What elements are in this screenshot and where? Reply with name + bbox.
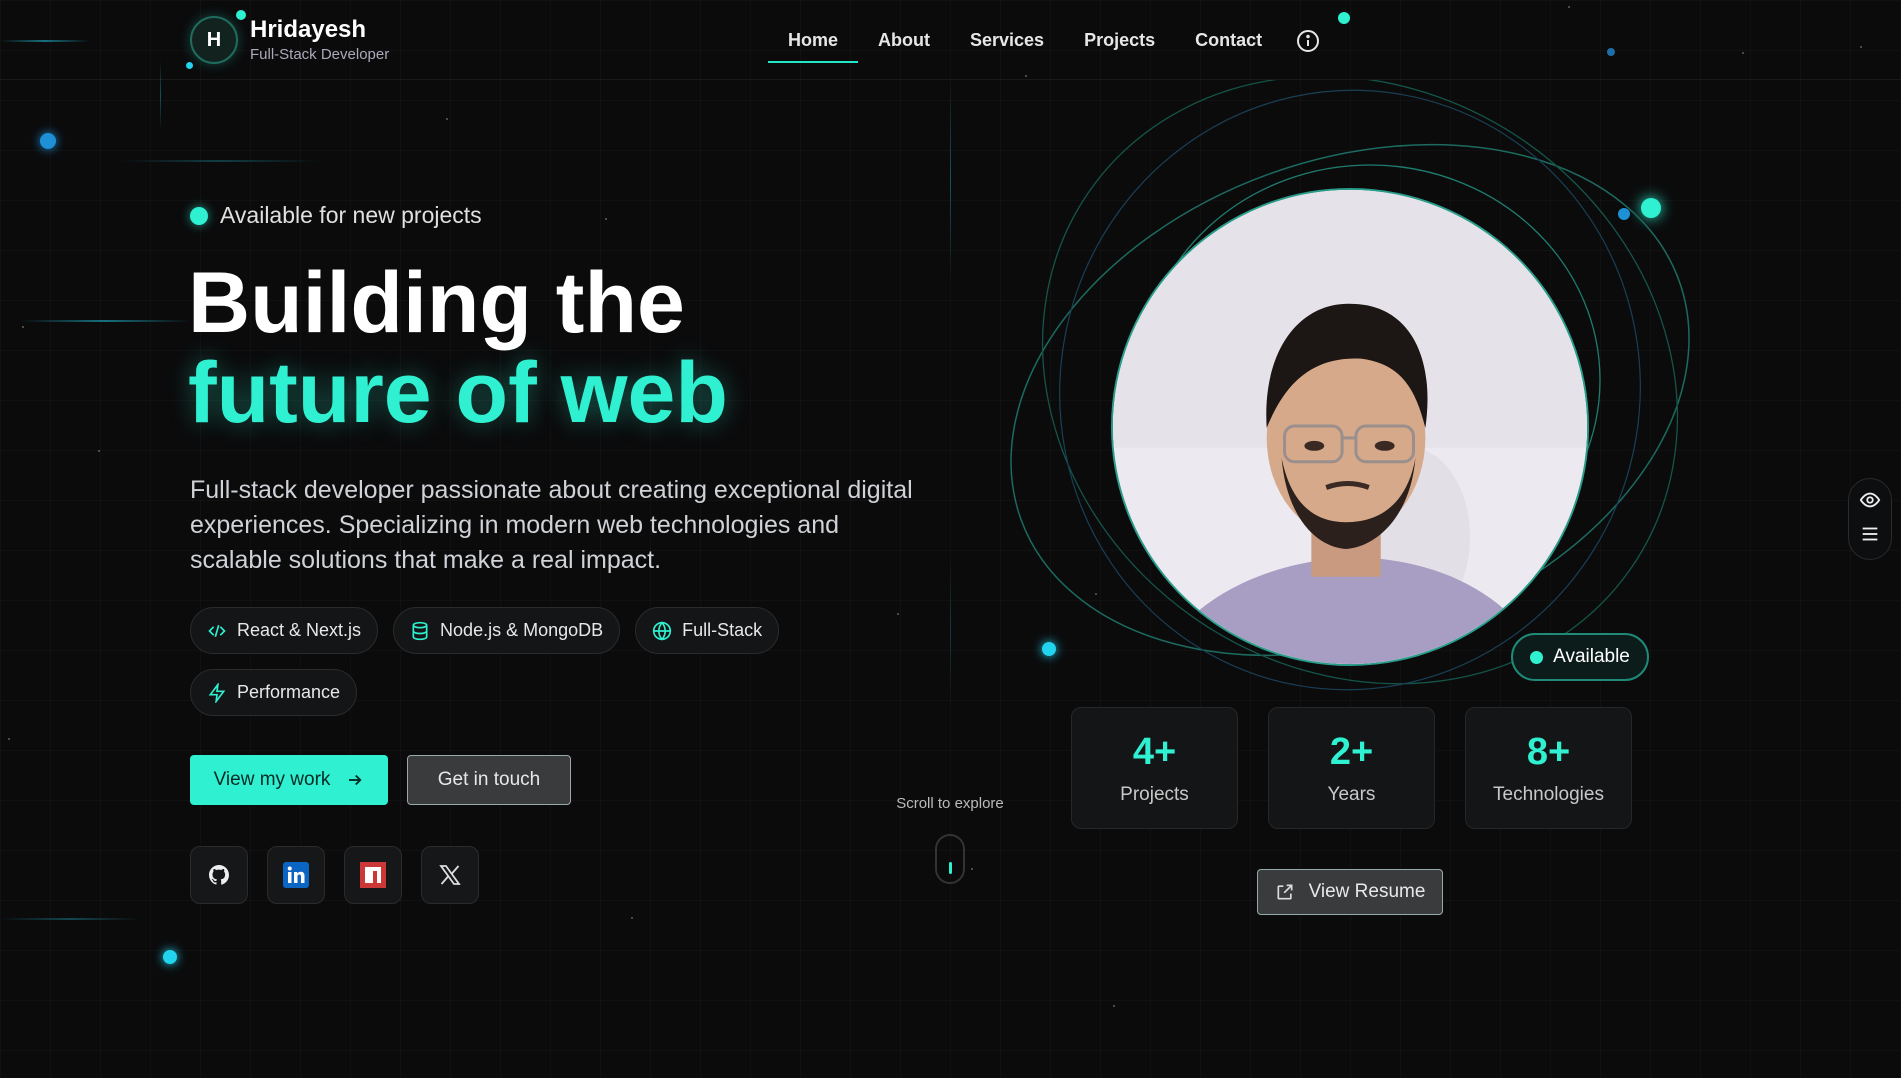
nav-about[interactable]: About bbox=[858, 26, 950, 63]
side-toolbar bbox=[1848, 478, 1892, 560]
logo-mark: H bbox=[190, 16, 238, 64]
npm-link[interactable] bbox=[344, 846, 402, 904]
npm-icon bbox=[360, 862, 386, 888]
linkedin-link[interactable] bbox=[267, 846, 325, 904]
stat-card-years: 2+ Years bbox=[1268, 707, 1435, 829]
status-dot bbox=[190, 206, 208, 225]
chip-label: Performance bbox=[237, 682, 341, 702]
nav-contact[interactable]: Contact bbox=[1175, 26, 1282, 63]
info-circle-icon[interactable] bbox=[1296, 29, 1320, 53]
nav-projects[interactable]: Projects bbox=[1064, 26, 1175, 63]
scroll-hint: Scroll to explore bbox=[880, 795, 1020, 884]
github-link[interactable] bbox=[190, 846, 248, 904]
available-badge: Available bbox=[1511, 633, 1649, 681]
get-in-touch-button[interactable]: Get in touch bbox=[407, 755, 571, 805]
lightning-icon bbox=[208, 682, 226, 703]
brand-role: Full-Stack Developer bbox=[250, 45, 390, 63]
view-work-label: View my work bbox=[213, 769, 331, 790]
chip-fullstack: Full-Stack bbox=[635, 607, 780, 654]
external-link-icon bbox=[1277, 884, 1293, 900]
database-icon bbox=[412, 621, 428, 640]
stat-value: 2+ bbox=[1329, 730, 1374, 773]
stats-row: 4+ Projects 2+ Years 8+ Technologies bbox=[1071, 707, 1632, 829]
chip-label: Full-Stack bbox=[682, 620, 763, 640]
chip-label: React & Next.js bbox=[237, 620, 362, 640]
brand-name: Hridayesh bbox=[250, 15, 367, 43]
chip-node: Node.js & MongoDB bbox=[393, 607, 621, 654]
available-badge-label: Available bbox=[1553, 646, 1630, 667]
code-icon bbox=[208, 624, 226, 637]
stat-label: Years bbox=[1327, 783, 1376, 805]
scroll-hint-label: Scroll to explore bbox=[896, 795, 1004, 812]
stat-value: 4+ bbox=[1132, 730, 1177, 773]
github-icon bbox=[209, 865, 230, 885]
stat-card-projects: 4+ Projects bbox=[1071, 707, 1238, 829]
availability-text: Available for new projects bbox=[220, 202, 482, 228]
main-nav: Home About Services Projects Contact bbox=[768, 26, 1320, 63]
stat-card-technologies: 8+ Technologies bbox=[1465, 707, 1632, 829]
arrow-right-icon bbox=[349, 774, 362, 786]
menu-icon[interactable] bbox=[1859, 523, 1881, 550]
nav-home[interactable]: Home bbox=[768, 26, 859, 63]
status-dot bbox=[1530, 650, 1544, 664]
profile-photo bbox=[1111, 188, 1589, 666]
chip-performance: Performance bbox=[190, 669, 358, 716]
view-resume-label: View Resume bbox=[1308, 881, 1426, 902]
eye-icon[interactable] bbox=[1859, 489, 1881, 516]
chip-react: React & Next.js bbox=[190, 607, 379, 654]
x-icon bbox=[439, 865, 461, 885]
site-header: H Hridayesh Full-Stack Developer Home Ab… bbox=[0, 0, 1901, 80]
social-links bbox=[190, 846, 479, 904]
headline-line-2: future of web bbox=[188, 345, 728, 441]
stat-value: 8+ bbox=[1526, 730, 1571, 773]
stat-label: Technologies bbox=[1493, 783, 1604, 805]
skill-chips: React & Next.js Node.js & MongoDB Full-S… bbox=[190, 607, 830, 716]
x-link[interactable] bbox=[421, 846, 479, 904]
headline-line-1: Building the bbox=[188, 255, 685, 351]
view-work-button[interactable]: View my work bbox=[190, 755, 388, 805]
portrait-illustration bbox=[1113, 190, 1587, 664]
brand-logo[interactable]: H Hridayesh Full-Stack Developer bbox=[190, 16, 389, 64]
hero-headline: Building the future of web bbox=[188, 258, 728, 438]
availability-status: Available for new projects bbox=[190, 202, 482, 229]
globe-icon bbox=[652, 620, 672, 641]
view-resume-button[interactable]: View Resume bbox=[1257, 869, 1443, 915]
nav-services[interactable]: Services bbox=[950, 26, 1064, 63]
linkedin-icon bbox=[283, 862, 309, 888]
mouse-scroll-icon bbox=[935, 834, 965, 884]
stat-label: Projects bbox=[1120, 783, 1189, 805]
hero-intro: Full-stack developer passionate about cr… bbox=[190, 476, 913, 574]
chip-label: Node.js & MongoDB bbox=[440, 620, 604, 640]
